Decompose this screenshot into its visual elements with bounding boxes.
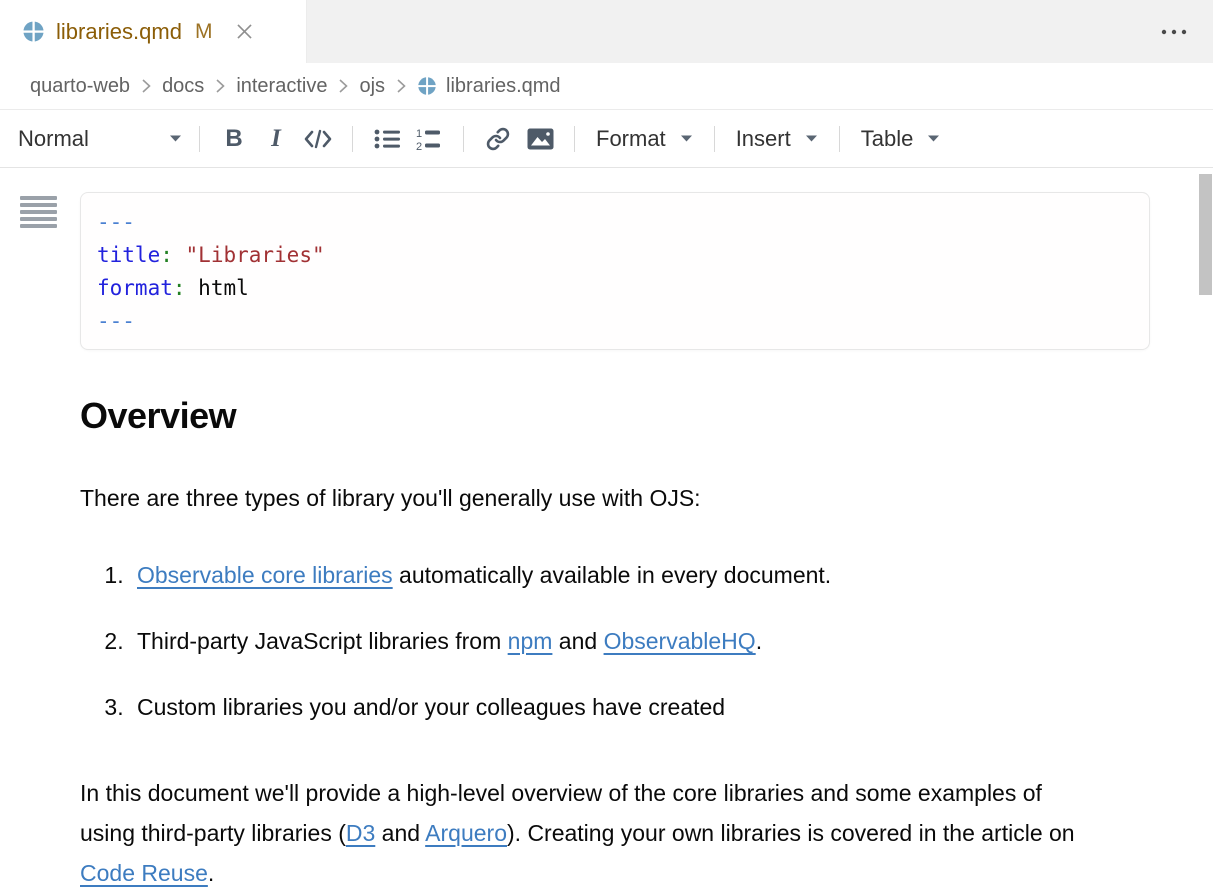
- code-line: title: "Libraries": [97, 239, 1131, 272]
- close-tab-icon[interactable]: [235, 22, 254, 41]
- bulleted-list-button[interactable]: [366, 120, 408, 158]
- breadcrumb-file-label: libraries.qmd: [446, 75, 560, 98]
- code-token: html: [198, 276, 249, 300]
- insert-menu-label: Insert: [736, 126, 791, 152]
- code-button[interactable]: [297, 120, 339, 158]
- text-run: Custom libraries you and/or your colleag…: [137, 694, 725, 720]
- list-item[interactable]: Custom libraries you and/or your colleag…: [130, 687, 1150, 727]
- breadcrumb-separator: [139, 78, 153, 94]
- doc-link[interactable]: D3: [346, 820, 375, 846]
- yaml-metadata-block[interactable]: ---title: "Libraries"format: html---: [80, 192, 1150, 350]
- svg-text:1: 1: [416, 128, 422, 140]
- chevron-down-icon: [680, 134, 693, 143]
- tab-bar: libraries.qmd M: [0, 0, 1213, 63]
- toolbar-divider: [574, 126, 575, 152]
- toolbar-divider: [352, 126, 353, 152]
- insert-menu[interactable]: Insert: [728, 126, 826, 152]
- text-run: and: [552, 628, 603, 654]
- text-run: automatically available in every documen…: [393, 562, 832, 588]
- doc-link[interactable]: Arquero: [425, 820, 507, 846]
- text-run: .: [756, 628, 762, 654]
- toolbar-divider: [199, 126, 200, 152]
- breadcrumb-item-docs[interactable]: docs: [162, 75, 204, 98]
- outro-paragraph[interactable]: In this document we'll provide a high-le…: [80, 773, 1093, 893]
- chevron-right-icon: [336, 78, 350, 94]
- text-run: Third-party JavaScript libraries from: [137, 628, 508, 654]
- breadcrumb-item-quarto-web[interactable]: quarto-web: [30, 75, 130, 98]
- intro-paragraph[interactable]: There are three types of library you'll …: [80, 478, 1150, 518]
- image-icon: [527, 128, 554, 150]
- code-token: ---: [97, 210, 135, 234]
- list-item[interactable]: Third-party JavaScript libraries from np…: [130, 621, 1150, 661]
- code-token: [186, 276, 199, 300]
- chevron-right-icon: [394, 78, 408, 94]
- italic-button[interactable]: I: [255, 120, 297, 158]
- code-icon: [303, 129, 333, 149]
- italic-icon: I: [271, 125, 281, 153]
- text-run: .: [208, 860, 214, 886]
- toolbar-divider: [839, 126, 840, 152]
- breadcrumb-item-interactive[interactable]: interactive: [236, 75, 327, 98]
- more-actions-button[interactable]: [1157, 20, 1191, 44]
- style-select-value: Normal: [18, 126, 89, 152]
- numbered-list-button[interactable]: 1 2: [408, 120, 450, 158]
- image-button[interactable]: [519, 120, 561, 158]
- chevron-down-icon: [805, 134, 818, 143]
- breadcrumb-file[interactable]: libraries.qmd: [417, 75, 560, 98]
- vertical-scrollbar[interactable]: [1198, 168, 1213, 888]
- code-token: [173, 243, 186, 267]
- list-item[interactable]: Observable core libraries automatically …: [130, 555, 1150, 595]
- tab-title: libraries.qmd: [56, 19, 182, 45]
- text-run: and: [375, 820, 425, 846]
- scrollbar-thumb[interactable]: [1199, 174, 1212, 295]
- doc-link[interactable]: Code Reuse: [80, 860, 208, 886]
- numbered-list-icon: 1 2: [416, 127, 442, 151]
- quarto-file-icon: [22, 20, 45, 43]
- chevron-down-icon: [927, 134, 940, 143]
- breadcrumb-separator: [213, 78, 227, 94]
- formatting-toolbar: Normal B I 1 2: [0, 110, 1213, 168]
- chevron-down-icon: [169, 134, 182, 143]
- tab-libraries-qmd[interactable]: libraries.qmd M: [0, 0, 307, 63]
- numbered-list: Observable core libraries automatically …: [80, 555, 1150, 727]
- doc-link[interactable]: ObservableHQ: [604, 628, 756, 654]
- svg-text:2: 2: [416, 141, 422, 151]
- link-button[interactable]: [477, 120, 519, 158]
- toolbar-divider: [714, 126, 715, 152]
- format-menu[interactable]: Format: [588, 126, 701, 152]
- breadcrumb-item-ojs[interactable]: ojs: [359, 75, 385, 98]
- bold-button[interactable]: B: [213, 120, 255, 158]
- code-token: ---: [97, 309, 135, 333]
- link-icon: [486, 127, 510, 151]
- code-token: format: [97, 276, 173, 300]
- code-token: "Libraries": [186, 243, 325, 267]
- breadcrumb-separator: [336, 78, 350, 94]
- table-menu-label: Table: [861, 126, 914, 152]
- paragraph-style-select[interactable]: Normal: [14, 126, 186, 152]
- doc-link[interactable]: npm: [508, 628, 553, 654]
- chevron-right-icon: [139, 78, 153, 94]
- code-line: format: html: [97, 272, 1131, 305]
- modified-badge: M: [195, 20, 213, 44]
- code-token: title: [97, 243, 160, 267]
- quarto-file-icon: [417, 76, 437, 96]
- doc-link[interactable]: Observable core libraries: [137, 562, 393, 588]
- code-line: ---: [97, 206, 1131, 239]
- chevron-right-icon: [213, 78, 227, 94]
- toolbar-divider: [463, 126, 464, 152]
- text-run: There are three types of library you'll …: [80, 485, 701, 511]
- editor-content: ---title: "Libraries"format: html--- Ove…: [0, 168, 1213, 888]
- code-line: ---: [97, 305, 1131, 338]
- bold-icon: B: [225, 125, 242, 153]
- heading-overview[interactable]: Overview: [80, 395, 1150, 437]
- breadcrumb: quarto-web docs interactive ojs libraries.q…: [0, 63, 1213, 110]
- table-menu[interactable]: Table: [853, 126, 949, 152]
- bulleted-list-icon: [374, 128, 400, 150]
- code-token: :: [173, 276, 186, 300]
- code-token: :: [160, 243, 173, 267]
- block-drag-handle-icon[interactable]: [20, 196, 57, 228]
- breadcrumb-separator: [394, 78, 408, 94]
- format-menu-label: Format: [596, 126, 666, 152]
- text-run: ). Creating your own libraries is covere…: [507, 820, 1075, 846]
